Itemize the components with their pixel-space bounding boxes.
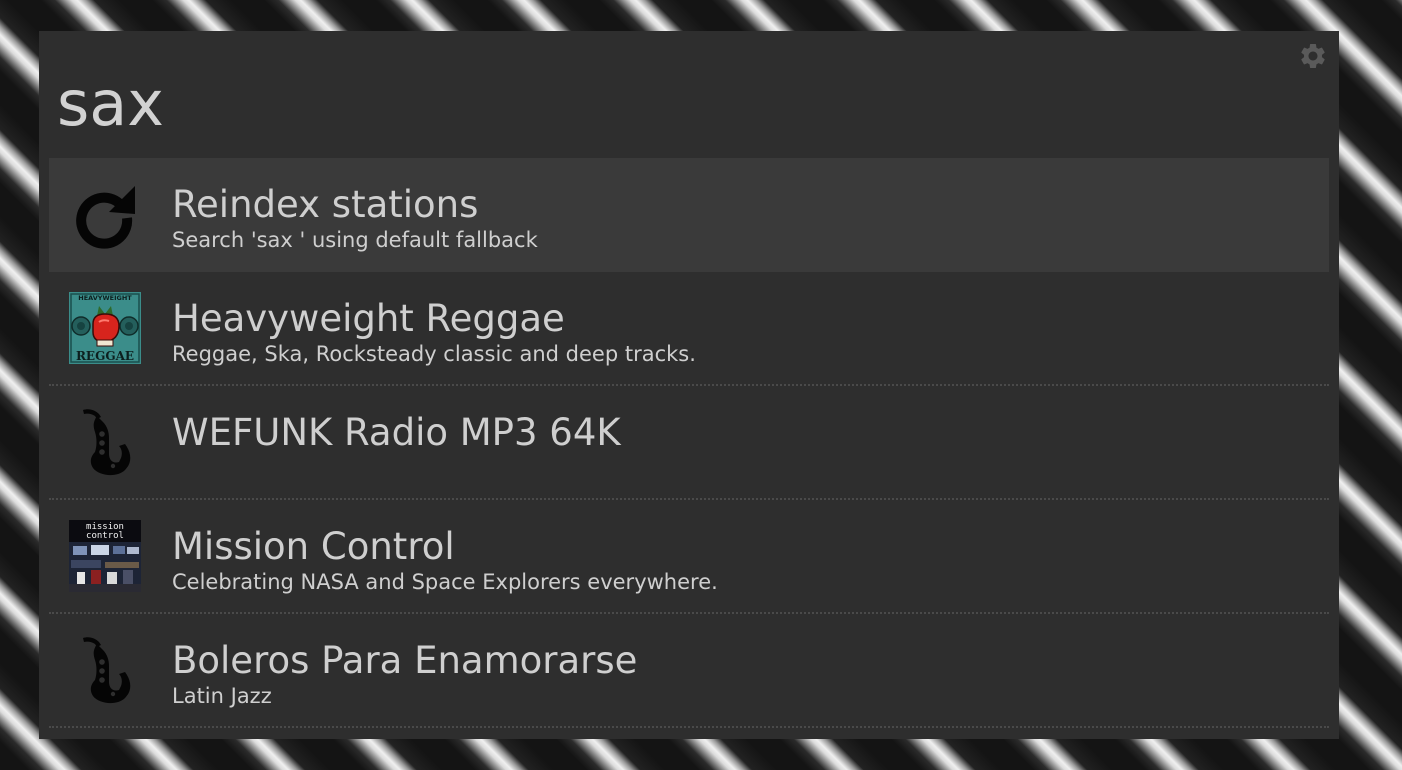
result-title: Boleros Para Enamorarse xyxy=(172,639,638,682)
result-description: Latin Jazz xyxy=(172,684,272,708)
refresh-icon xyxy=(69,178,141,250)
result-description: Celebrating NASA and Space Explorers eve… xyxy=(172,570,718,594)
settings-gear-icon[interactable] xyxy=(1298,41,1328,71)
mission-control-logo: mission control xyxy=(69,520,141,592)
result-title: WEFUNK Radio MP3 64K xyxy=(172,411,621,454)
result-item-heavyweight-reggae[interactable]: HEAVYWEIGHT REGGAE Heavyweight Reggae Re… xyxy=(49,272,1329,386)
launcher-window: Reindex stations Search 'sax ' using def… xyxy=(39,31,1339,739)
result-description: Search 'sax ' using default fallback xyxy=(172,228,538,252)
result-item-wefunk-radio[interactable]: WEFUNK Radio MP3 64K xyxy=(49,386,1329,500)
result-title: Mission Control xyxy=(172,525,455,568)
result-item-reindex-stations[interactable]: Reindex stations Search 'sax ' using def… xyxy=(49,158,1329,272)
saxophone-icon xyxy=(69,406,141,478)
result-item-mission-control[interactable]: mission control Mission Control Celebrat… xyxy=(49,500,1329,614)
search-input[interactable] xyxy=(57,59,1257,149)
result-item-boleros-para-enamorarse[interactable]: Boleros Para Enamorarse Latin Jazz xyxy=(49,614,1329,728)
result-description: Reggae, Ska, Rocksteady classic and deep… xyxy=(172,342,696,366)
results-list: Reindex stations Search 'sax ' using def… xyxy=(49,158,1329,728)
result-title: Heavyweight Reggae xyxy=(172,297,565,340)
svg-text:REGGAE: REGGAE xyxy=(76,349,134,363)
svg-text:control: control xyxy=(86,531,124,541)
saxophone-icon xyxy=(69,634,141,706)
result-title: Reindex stations xyxy=(172,183,479,226)
svg-text:HEAVYWEIGHT: HEAVYWEIGHT xyxy=(78,294,132,302)
heavyweight-reggae-logo: HEAVYWEIGHT REGGAE xyxy=(69,292,141,364)
